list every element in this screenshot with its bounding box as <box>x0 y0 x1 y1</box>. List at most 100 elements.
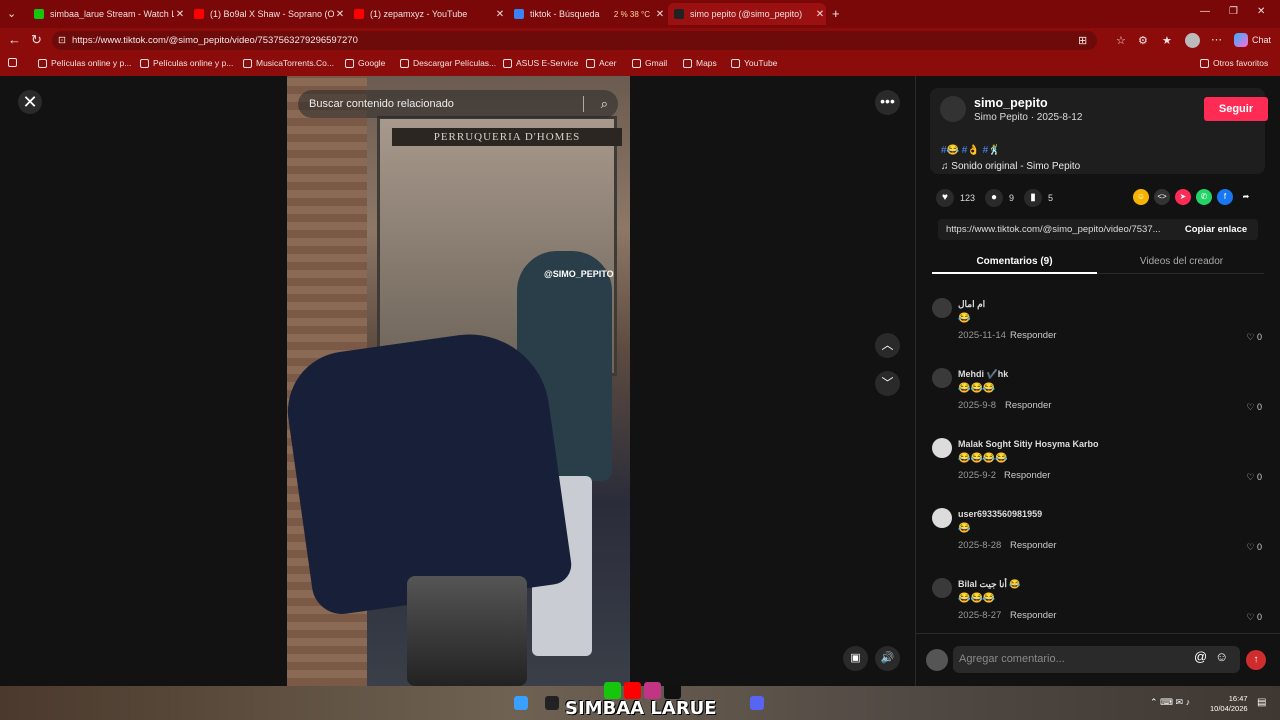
share-arrow-icon[interactable]: ➦ <box>1238 189 1254 205</box>
reply-button[interactable]: Responder <box>1010 330 1056 341</box>
sound-link[interactable]: ♫ Sonido original - Simo Pepito <box>941 161 1080 172</box>
reply-button[interactable]: Responder <box>1004 470 1050 481</box>
commenter-name[interactable]: user6933560981959 <box>958 509 1042 519</box>
tab-1[interactable]: simbaa_larue Stream - Watch Live ✕ <box>28 3 186 25</box>
commenter-name[interactable]: Bilal أنا جيت 😂 <box>958 579 1021 590</box>
volume-icon[interactable]: 🔊 <box>875 646 900 671</box>
comment-like[interactable]: ♡ 0 <box>1246 542 1262 553</box>
app-icon[interactable] <box>545 696 559 710</box>
like-stat[interactable]: ♥ 123 <box>936 189 975 207</box>
more-icon[interactable]: ⋯ <box>1211 33 1222 46</box>
bookmark-maps[interactable]: Maps <box>683 58 717 68</box>
comment-count: 9 <box>1009 193 1015 203</box>
commenter-name[interactable]: ام امال <box>958 299 985 310</box>
profile-avatar[interactable] <box>1185 33 1200 48</box>
bookmark-gmail[interactable]: Gmail <box>632 58 667 68</box>
previous-video-button[interactable]: ︿ <box>875 333 900 358</box>
commenter-avatar[interactable] <box>932 368 952 388</box>
next-video-button[interactable]: ﹀ <box>875 371 900 396</box>
comment-like[interactable]: ♡ 0 <box>1246 332 1262 343</box>
whatsapp-icon[interactable]: ✆ <box>1196 189 1212 205</box>
bookmark-2[interactable]: Películas online y p... <box>140 58 233 68</box>
bookmark-youtube[interactable]: YouTube <box>731 58 777 68</box>
restore-icon[interactable]: ❐ <box>1229 6 1238 17</box>
reply-button[interactable]: Responder <box>1005 400 1051 411</box>
send-arrow-icon[interactable]: ↑ <box>1246 650 1266 670</box>
share-friends-icon[interactable]: ☺ <box>1133 189 1149 205</box>
creator-avatar[interactable] <box>940 96 966 122</box>
commenter-name[interactable]: Mehdi ✔️hk <box>958 369 1008 380</box>
commenter-name[interactable]: Malak Soght Sitiy Hosyma Karbo <box>958 439 1099 449</box>
close-video-button[interactable]: ✕ <box>18 90 42 114</box>
commenter-avatar[interactable] <box>932 438 952 458</box>
comment-text: 😂😂😂 <box>958 593 996 604</box>
hashtags[interactable]: #😂 #👌 #🕺 <box>941 145 1001 156</box>
creator-username[interactable]: simo_pepito <box>974 96 1048 110</box>
close-icon[interactable]: ✕ <box>174 9 186 20</box>
save-stat[interactable]: ▮ 5 <box>1024 189 1053 207</box>
comment-text: 😂😂😂 <box>958 383 996 394</box>
bookmark-acer[interactable]: Acer <box>586 58 616 68</box>
comment-stat[interactable]: ● 9 <box>985 189 1014 207</box>
discord-icon[interactable] <box>750 696 764 710</box>
close-icon[interactable]: ✕ <box>494 9 506 20</box>
tab-4[interactable]: tiktok - Búsqueda 2 % 38 °C ✕ <box>508 3 666 25</box>
emoji-icon[interactable]: ☺ <box>1215 649 1228 664</box>
commenter-avatar[interactable] <box>932 298 952 318</box>
bookmarks-icon[interactable] <box>8 58 17 67</box>
close-icon[interactable]: ✕ <box>654 9 666 20</box>
video-player[interactable]: PERRUQUERIA D'HOMES @SIMO_PEPITO Buscar … <box>287 76 630 686</box>
tab-5[interactable]: simo pepito (@simo_pepito) ✕ <box>668 3 826 25</box>
comment-like[interactable]: ♡ 0 <box>1246 402 1262 413</box>
bookmark-1[interactable]: Películas online y p... <box>38 58 131 68</box>
new-tab-icon[interactable]: + <box>832 6 840 21</box>
comment-text: 😂 <box>958 313 971 324</box>
comment-like[interactable]: ♡ 0 <box>1246 612 1262 623</box>
related-search-input[interactable]: Buscar contenido relacionado ⌕ <box>298 90 618 118</box>
add-comment-placeholder: Agregar comentario... <box>959 653 1065 665</box>
comment-like[interactable]: ♡ 0 <box>1246 472 1262 483</box>
notifications-icon[interactable]: ▤ <box>1257 697 1266 708</box>
other-favorites[interactable]: Otros favoritos <box>1200 58 1268 68</box>
facebook-icon[interactable]: f <box>1217 189 1233 205</box>
app-icon[interactable]: ⊞ <box>1078 34 1087 47</box>
bookmark-google[interactable]: Google <box>345 58 385 68</box>
search-icon[interactable]: ⌕ <box>601 90 608 118</box>
taskbar-clock[interactable]: 16:47 10/04/2026 <box>1210 694 1248 714</box>
favorites-icon[interactable]: ★ <box>1162 34 1172 47</box>
commenter-avatar[interactable] <box>932 508 952 528</box>
comment-list[interactable]: ام امال 😂 2025-11-14 Responder ♡ 0 Mehdi… <box>916 296 1280 636</box>
send-icon[interactable]: ➤ <box>1175 189 1191 205</box>
tab-2[interactable]: (1) Bo9al X Shaw - Soprano (Offici ✕ <box>188 3 346 25</box>
pip-icon[interactable]: ▣ <box>843 646 868 671</box>
bookmark-3[interactable]: MusicaTorrents.Co... <box>243 58 334 68</box>
tab-search-icon[interactable]: ⌄ <box>7 7 16 20</box>
bookmark-asus[interactable]: ASUS E-Service <box>503 58 578 68</box>
windows-start-icon[interactable] <box>514 696 528 710</box>
copilot-button[interactable]: Chat <box>1234 33 1271 47</box>
more-options-button[interactable]: ••• <box>875 90 900 115</box>
heart-outline-icon: ♡ <box>1246 542 1257 552</box>
url-input[interactable]: ⊡ https://www.tiktok.com/@simo_pepito/vi… <box>52 31 1097 50</box>
tab-3[interactable]: (1) zepamxyz - YouTube ✕ <box>348 3 506 25</box>
reply-button[interactable]: Responder <box>1010 540 1056 551</box>
commenter-avatar[interactable] <box>932 578 952 598</box>
video-link-field[interactable]: https://www.tiktok.com/@simo_pepito/vide… <box>938 219 1258 240</box>
follow-button[interactable]: Seguir <box>1204 97 1268 121</box>
refresh-icon[interactable]: ↻ <box>31 32 42 48</box>
close-icon[interactable]: ✕ <box>814 9 826 20</box>
system-tray-icon[interactable]: ⌃ ⌨ ✉ ♪ <box>1150 697 1190 708</box>
reply-button[interactable]: Responder <box>1010 610 1056 621</box>
embed-icon[interactable]: <> <box>1154 189 1170 205</box>
mention-icon[interactable]: @ <box>1194 649 1207 664</box>
close-icon[interactable]: ✕ <box>334 9 346 20</box>
bookmark-5[interactable]: Descargar Películas... <box>400 58 496 68</box>
tab-comments[interactable]: Comentarios (9) <box>932 253 1097 274</box>
favorite-star-icon[interactable]: ☆ <box>1116 34 1126 47</box>
back-icon[interactable]: ← <box>8 32 21 47</box>
minimize-icon[interactable]: — <box>1200 6 1210 17</box>
copy-link-button[interactable]: Copiar enlace <box>1174 219 1258 240</box>
close-window-icon[interactable]: ✕ <box>1257 6 1265 17</box>
extensions-icon[interactable]: ⚙ <box>1138 34 1148 47</box>
tab-creator-videos[interactable]: Videos del creador <box>1099 253 1264 274</box>
